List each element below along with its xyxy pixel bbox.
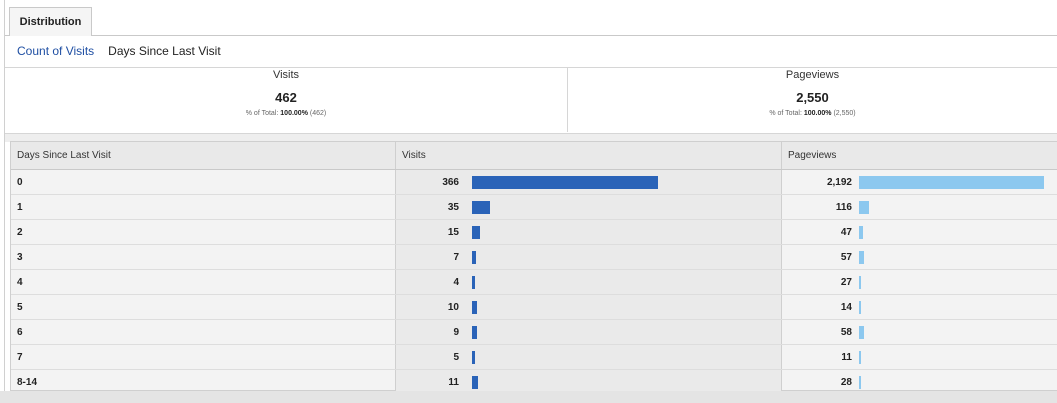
pageviews-value: 14 xyxy=(840,302,852,313)
pageviews-value: 57 xyxy=(840,252,852,263)
table-row: 3 7 57 xyxy=(11,245,1057,270)
column-header-visits[interactable]: Visits xyxy=(396,142,782,169)
visits-value: 7 xyxy=(453,252,459,263)
visits-summary-percent: % of Total: 100.00% (462) xyxy=(5,110,567,117)
table-row: 4 4 27 xyxy=(11,270,1057,295)
visits-value: 35 xyxy=(447,202,459,213)
pageviews-summary-percent: % of Total: 100.00% (2,550) xyxy=(567,110,1057,117)
visits-bar xyxy=(472,226,480,239)
visits-cell: 9 xyxy=(396,320,782,344)
table-header: Days Since Last Visit Visits Pageviews xyxy=(11,142,1057,170)
visits-cell: 10 xyxy=(396,295,782,319)
visits-bar xyxy=(472,251,476,264)
visits-bar xyxy=(472,301,477,314)
table-row: 5 10 14 xyxy=(11,295,1057,320)
pageviews-summary: Pageviews 2,550 % of Total: 100.00% (2,5… xyxy=(567,68,1057,132)
pageviews-value: 2,192 xyxy=(826,177,852,188)
pageviews-bar xyxy=(859,326,864,339)
table-row: 0 366 2,192 xyxy=(11,170,1057,195)
visits-cell: 5 xyxy=(396,345,782,369)
pageviews-summary-value: 2,550 xyxy=(796,90,829,105)
tab-strip: Distribution xyxy=(5,0,1057,36)
pageviews-bar xyxy=(859,226,863,239)
days-since-last-visit-label: Days Since Last Visit xyxy=(108,44,221,58)
visits-value: 366 xyxy=(442,177,459,188)
percent-prefix: % of Total: xyxy=(769,110,804,117)
visits-bar xyxy=(472,376,478,389)
table-row: 1 35 116 xyxy=(11,195,1057,220)
count-of-visits-link[interactable]: Count of Visits xyxy=(17,44,94,58)
days-cell: 4 xyxy=(11,270,396,294)
days-cell: 3 xyxy=(11,245,396,269)
visits-cell: 15 xyxy=(396,220,782,244)
visits-bar xyxy=(472,176,658,189)
table-row: 6 9 58 xyxy=(11,320,1057,345)
days-cell: 5 xyxy=(11,295,396,319)
visits-cell: 7 xyxy=(396,245,782,269)
tab-distribution[interactable]: Distribution xyxy=(9,7,92,36)
pageviews-cell: 14 xyxy=(782,295,1057,319)
view-links: Count of Visits Days Since Last Visit xyxy=(17,44,221,58)
visits-cell: 4 xyxy=(396,270,782,294)
visits-cell: 35 xyxy=(396,195,782,219)
summary-totals: Visits 462 % of Total: 100.00% (462) Pag… xyxy=(5,68,1057,132)
visits-bar xyxy=(472,326,477,339)
pageviews-cell: 57 xyxy=(782,245,1057,269)
pageviews-cell: 11 xyxy=(782,345,1057,369)
visits-value: 4 xyxy=(453,277,459,288)
visits-bar xyxy=(472,276,475,289)
pageviews-bar xyxy=(859,176,1044,189)
days-cell: 0 xyxy=(11,170,396,194)
bottom-edge xyxy=(0,391,1057,403)
column-header-days[interactable]: Days Since Last Visit xyxy=(11,142,396,169)
table-row: 2 15 47 xyxy=(11,220,1057,245)
distribution-table: Days Since Last Visit Visits Pageviews 0… xyxy=(10,141,1057,395)
visits-value: 9 xyxy=(453,327,459,338)
percent-total: (2,550) xyxy=(831,110,856,117)
days-cell: 2 xyxy=(11,220,396,244)
pageviews-cell: 47 xyxy=(782,220,1057,244)
visits-summary: Visits 462 % of Total: 100.00% (462) xyxy=(5,68,568,132)
visits-bar xyxy=(472,351,475,364)
visits-summary-value: 462 xyxy=(275,90,297,105)
days-cell: 7 xyxy=(11,345,396,369)
pageviews-cell: 27 xyxy=(782,270,1057,294)
report-panel: Distribution Count of Visits Days Since … xyxy=(4,0,1057,403)
pageviews-value: 11 xyxy=(841,352,852,363)
pageviews-bar xyxy=(859,201,869,214)
pageviews-value: 27 xyxy=(840,277,852,288)
pageviews-summary-label: Pageviews xyxy=(785,69,840,81)
visits-value: 5 xyxy=(453,352,459,363)
column-header-pageviews[interactable]: Pageviews xyxy=(782,142,1057,169)
visits-summary-label: Visits xyxy=(272,69,300,81)
pageviews-value: 58 xyxy=(840,327,852,338)
days-cell: 1 xyxy=(11,195,396,219)
percent-prefix: % of Total: xyxy=(245,110,281,117)
percent-total: (462) xyxy=(307,110,327,117)
days-cell: 6 xyxy=(11,320,396,344)
pageviews-cell: 116 xyxy=(782,195,1057,219)
pageviews-cell: 2,192 xyxy=(782,170,1057,194)
pageviews-value: 47 xyxy=(840,227,852,238)
pageviews-bar xyxy=(859,376,861,389)
table-row: 7 5 11 xyxy=(11,345,1057,370)
visits-value: 10 xyxy=(447,302,459,313)
visits-value: 15 xyxy=(447,227,459,238)
pageviews-cell: 58 xyxy=(782,320,1057,344)
percent-value: 100.00% xyxy=(803,110,832,117)
pageviews-bar xyxy=(859,301,861,314)
pageviews-bar xyxy=(859,351,861,364)
pageviews-bar xyxy=(859,251,864,264)
visits-bar xyxy=(472,201,490,214)
pageviews-value: 116 xyxy=(835,202,852,213)
visits-cell: 366 xyxy=(396,170,782,194)
percent-value: 100.00% xyxy=(280,110,308,117)
pageviews-bar xyxy=(859,276,861,289)
